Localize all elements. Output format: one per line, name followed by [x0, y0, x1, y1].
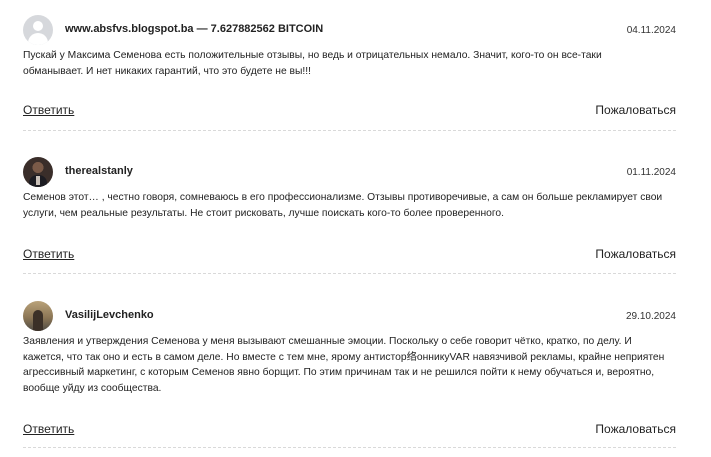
divider: [23, 130, 676, 131]
comment-author: VasilijLevchenko: [65, 309, 154, 321]
comment-item: VasilijLevchenko 29.10.2024 Заявления и …: [23, 301, 676, 448]
divider: [23, 447, 676, 448]
user-avatar: [23, 301, 53, 331]
reply-link[interactable]: Ответить: [23, 103, 74, 117]
user-avatar: [23, 157, 53, 187]
report-link[interactable]: Пожаловаться: [595, 422, 676, 436]
default-user-icon: [23, 15, 53, 45]
reply-link[interactable]: Ответить: [23, 422, 74, 436]
comment-author: therealstanly: [65, 165, 133, 177]
comment-actions: Ответить Пожаловаться: [23, 422, 676, 438]
comment-header: VasilijLevchenko 29.10.2024: [23, 301, 676, 335]
comment-header: www.absfvs.blogspot.ba — 7.627882562 BIT…: [23, 15, 676, 49]
comment-header: therealstanly 01.11.2024: [23, 157, 676, 191]
report-link[interactable]: Пожаловаться: [595, 247, 676, 261]
comment-date: 04.11.2024: [626, 25, 676, 36]
report-link[interactable]: Пожаловаться: [595, 103, 676, 117]
comment-item: www.absfvs.blogspot.ba — 7.627882562 BIT…: [23, 15, 676, 131]
comment-text: Семенов этот… , честно говоря, сомневаюс…: [23, 192, 663, 219]
comment-text: Заявления и утверждения Семенова у меня …: [23, 336, 665, 394]
comment-actions: Ответить Пожаловаться: [23, 247, 676, 263]
comments-list: www.absfvs.blogspot.ba — 7.627882562 BIT…: [0, 0, 711, 457]
comment-item: therealstanly 01.11.2024 Семенов этот… ,…: [23, 157, 676, 274]
comment-date: 29.10.2024: [625, 311, 676, 322]
comment-text: Пускай у Максима Семенова есть положител…: [23, 50, 602, 77]
comment-actions: Ответить Пожаловаться: [23, 103, 676, 119]
comment-author: www.absfvs.blogspot.ba — 7.627882562 BIT…: [65, 23, 324, 35]
divider: [23, 273, 676, 274]
reply-link[interactable]: Ответить: [23, 247, 74, 261]
comment-date: 01.11.2024: [626, 167, 676, 178]
